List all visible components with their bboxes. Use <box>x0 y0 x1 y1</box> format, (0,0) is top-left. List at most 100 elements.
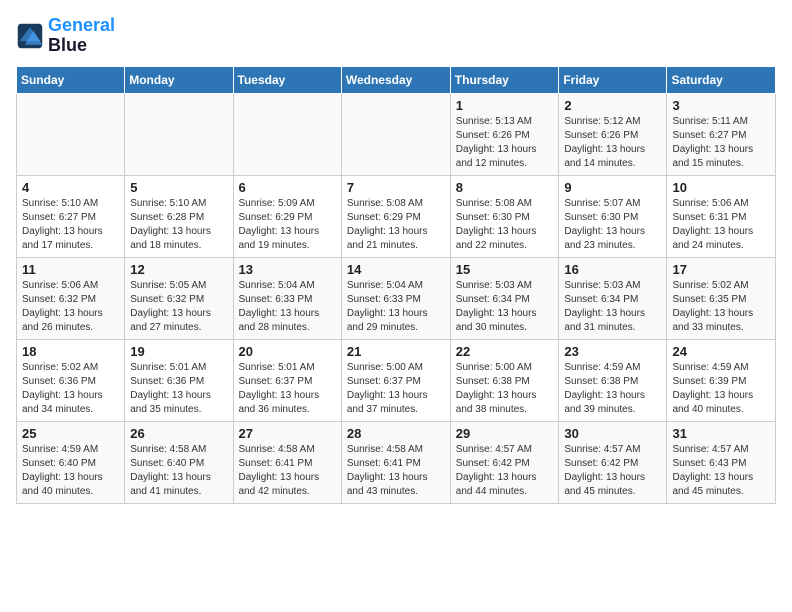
calendar-cell: 14Sunrise: 5:04 AM Sunset: 6:33 PM Dayli… <box>341 257 450 339</box>
calendar-cell <box>233 93 341 175</box>
day-info: Sunrise: 4:57 AM Sunset: 6:42 PM Dayligh… <box>456 443 554 499</box>
day-number: 3 <box>672 98 770 113</box>
calendar-cell: 2Sunrise: 5:12 AM Sunset: 6:26 PM Daylig… <box>559 93 667 175</box>
calendar-cell: 11 Sunrise: 5:06 AM Sunset: 6:32 PM Dayli… <box>17 257 125 339</box>
calendar-cell: 24 Sunrise: 4:59 AM Sunset: 6:39 PM Dayli… <box>667 339 776 421</box>
day-info: Sunrise: 5:03 AM Sunset: 6:34 PM Dayligh… <box>456 279 554 335</box>
day-number: 17 <box>672 262 770 277</box>
day-number: 10 <box>672 180 770 195</box>
day-number: 18 <box>22 344 119 359</box>
day-info: Sunrise: 5:04 AM Sunset: 6:33 PM Dayligh… <box>239 279 336 335</box>
day-number: 27 <box>239 426 336 441</box>
day-number: 1 <box>456 98 554 113</box>
day-info: Sunrise: 4:58 AM Sunset: 6:41 PM Dayligh… <box>347 443 445 499</box>
weekday-header: Monday <box>125 66 233 93</box>
calendar-cell: 23Sunrise: 4:59 AM Sunset: 6:38 PM Dayli… <box>559 339 667 421</box>
calendar-cell: 8Sunrise: 5:08 AM Sunset: 6:30 PM Daylig… <box>450 175 559 257</box>
day-number: 24 <box>672 344 770 359</box>
logo-text: General Blue <box>48 16 115 56</box>
day-info: Sunrise: 5:09 AM Sunset: 6:29 PM Dayligh… <box>239 197 336 253</box>
page-header: General Blue <box>16 16 776 56</box>
logo-icon <box>16 22 44 50</box>
day-number: 21 <box>347 344 445 359</box>
day-info: Sunrise: 5:13 AM Sunset: 6:26 PM Dayligh… <box>456 115 554 171</box>
day-info: Sunrise: 5:08 AM Sunset: 6:29 PM Dayligh… <box>347 197 445 253</box>
calendar-cell: 16Sunrise: 5:03 AM Sunset: 6:34 PM Dayli… <box>559 257 667 339</box>
day-number: 5 <box>130 180 227 195</box>
day-info: Sunrise: 5:00 AM Sunset: 6:38 PM Dayligh… <box>456 361 554 417</box>
day-info: Sunrise: 5:05 AM Sunset: 6:32 PM Dayligh… <box>130 279 227 335</box>
calendar-cell <box>17 93 125 175</box>
calendar-cell: 21 Sunrise: 5:00 AM Sunset: 6:37 PM Dayli… <box>341 339 450 421</box>
calendar-week-row: 18 Sunrise: 5:02 AM Sunset: 6:36 PM Dayli… <box>17 339 776 421</box>
calendar-cell: 20Sunrise: 5:01 AM Sunset: 6:37 PM Dayli… <box>233 339 341 421</box>
day-number: 28 <box>347 426 445 441</box>
calendar-cell: 25 Sunrise: 4:59 AM Sunset: 6:40 PM Dayli… <box>17 421 125 503</box>
day-info: Sunrise: 4:57 AM Sunset: 6:42 PM Dayligh… <box>564 443 661 499</box>
calendar-cell: 12 Sunrise: 5:05 AM Sunset: 6:32 PM Dayli… <box>125 257 233 339</box>
weekday-header: Thursday <box>450 66 559 93</box>
calendar-cell: 3 Sunrise: 5:11 AM Sunset: 6:27 PM Daylig… <box>667 93 776 175</box>
calendar-cell: 28 Sunrise: 4:58 AM Sunset: 6:41 PM Dayli… <box>341 421 450 503</box>
day-number: 16 <box>564 262 661 277</box>
day-info: Sunrise: 4:59 AM Sunset: 6:40 PM Dayligh… <box>22 443 119 499</box>
calendar-cell: 15 Sunrise: 5:03 AM Sunset: 6:34 PM Dayli… <box>450 257 559 339</box>
day-info: Sunrise: 5:02 AM Sunset: 6:36 PM Dayligh… <box>22 361 119 417</box>
calendar-week-row: 25 Sunrise: 4:59 AM Sunset: 6:40 PM Dayli… <box>17 421 776 503</box>
day-info: Sunrise: 5:06 AM Sunset: 6:32 PM Dayligh… <box>22 279 119 335</box>
day-number: 8 <box>456 180 554 195</box>
day-number: 6 <box>239 180 336 195</box>
weekday-header-row: SundayMondayTuesdayWednesdayThursdayFrid… <box>17 66 776 93</box>
day-number: 2 <box>564 98 661 113</box>
calendar-week-row: 11 Sunrise: 5:06 AM Sunset: 6:32 PM Dayli… <box>17 257 776 339</box>
day-info: Sunrise: 5:02 AM Sunset: 6:35 PM Dayligh… <box>672 279 770 335</box>
day-info: Sunrise: 5:01 AM Sunset: 6:36 PM Dayligh… <box>130 361 227 417</box>
day-number: 14 <box>347 262 445 277</box>
day-info: Sunrise: 5:07 AM Sunset: 6:30 PM Dayligh… <box>564 197 661 253</box>
calendar-week-row: 1 Sunrise: 5:13 AM Sunset: 6:26 PM Daylig… <box>17 93 776 175</box>
day-number: 19 <box>130 344 227 359</box>
logo: General Blue <box>16 16 115 56</box>
calendar-cell: 7 Sunrise: 5:08 AM Sunset: 6:29 PM Daylig… <box>341 175 450 257</box>
day-info: Sunrise: 4:59 AM Sunset: 6:38 PM Dayligh… <box>564 361 661 417</box>
calendar-cell <box>125 93 233 175</box>
day-info: Sunrise: 5:10 AM Sunset: 6:28 PM Dayligh… <box>130 197 227 253</box>
weekday-header: Wednesday <box>341 66 450 93</box>
calendar-cell: 9Sunrise: 5:07 AM Sunset: 6:30 PM Daylig… <box>559 175 667 257</box>
calendar-cell: 27Sunrise: 4:58 AM Sunset: 6:41 PM Dayli… <box>233 421 341 503</box>
day-info: Sunrise: 5:00 AM Sunset: 6:37 PM Dayligh… <box>347 361 445 417</box>
day-number: 31 <box>672 426 770 441</box>
calendar-cell: 1 Sunrise: 5:13 AM Sunset: 6:26 PM Daylig… <box>450 93 559 175</box>
day-number: 12 <box>130 262 227 277</box>
day-number: 25 <box>22 426 119 441</box>
day-number: 30 <box>564 426 661 441</box>
day-number: 26 <box>130 426 227 441</box>
weekday-header: Saturday <box>667 66 776 93</box>
calendar-cell: 19 Sunrise: 5:01 AM Sunset: 6:36 PM Dayli… <box>125 339 233 421</box>
calendar-cell: 10 Sunrise: 5:06 AM Sunset: 6:31 PM Dayli… <box>667 175 776 257</box>
calendar-cell: 26 Sunrise: 4:58 AM Sunset: 6:40 PM Dayli… <box>125 421 233 503</box>
day-number: 29 <box>456 426 554 441</box>
calendar-cell: 30 Sunrise: 4:57 AM Sunset: 6:42 PM Dayli… <box>559 421 667 503</box>
calendar-cell <box>341 93 450 175</box>
calendar-cell: 5 Sunrise: 5:10 AM Sunset: 6:28 PM Daylig… <box>125 175 233 257</box>
calendar-cell: 4 Sunrise: 5:10 AM Sunset: 6:27 PM Daylig… <box>17 175 125 257</box>
day-info: Sunrise: 5:10 AM Sunset: 6:27 PM Dayligh… <box>22 197 119 253</box>
day-info: Sunrise: 4:57 AM Sunset: 6:43 PM Dayligh… <box>672 443 770 499</box>
calendar-cell: 22Sunrise: 5:00 AM Sunset: 6:38 PM Dayli… <box>450 339 559 421</box>
day-number: 15 <box>456 262 554 277</box>
day-info: Sunrise: 5:06 AM Sunset: 6:31 PM Dayligh… <box>672 197 770 253</box>
day-number: 13 <box>239 262 336 277</box>
calendar-cell: 29 Sunrise: 4:57 AM Sunset: 6:42 PM Dayli… <box>450 421 559 503</box>
day-number: 7 <box>347 180 445 195</box>
day-info: Sunrise: 4:59 AM Sunset: 6:39 PM Dayligh… <box>672 361 770 417</box>
calendar-cell: 13 Sunrise: 5:04 AM Sunset: 6:33 PM Dayli… <box>233 257 341 339</box>
day-number: 20 <box>239 344 336 359</box>
calendar-cell: 6 Sunrise: 5:09 AM Sunset: 6:29 PM Daylig… <box>233 175 341 257</box>
weekday-header: Tuesday <box>233 66 341 93</box>
day-info: Sunrise: 4:58 AM Sunset: 6:40 PM Dayligh… <box>130 443 227 499</box>
calendar-week-row: 4 Sunrise: 5:10 AM Sunset: 6:27 PM Daylig… <box>17 175 776 257</box>
day-number: 4 <box>22 180 119 195</box>
day-number: 11 <box>22 262 119 277</box>
day-info: Sunrise: 5:11 AM Sunset: 6:27 PM Dayligh… <box>672 115 770 171</box>
